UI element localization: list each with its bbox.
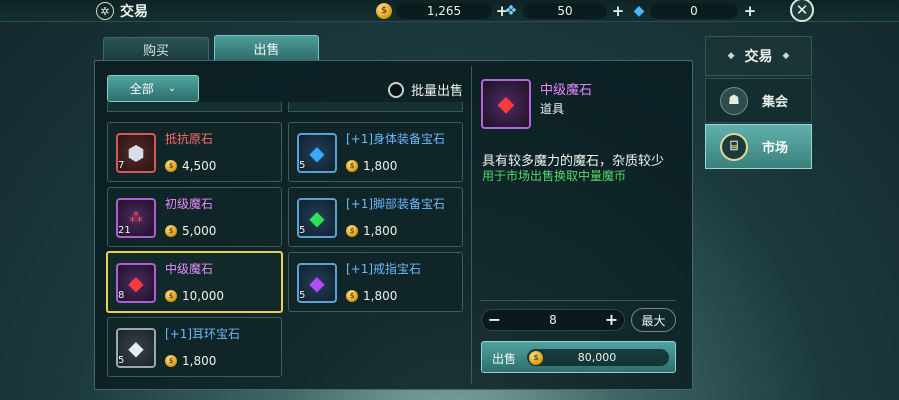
sidebar-item-gathering[interactable]: ☗ 集会	[705, 78, 812, 123]
item-price-value: 4,500	[182, 159, 217, 173]
divider	[480, 300, 676, 301]
list-item[interactable]: ◆ 5 [+1]耳环宝石 $1,800	[107, 317, 282, 377]
item-price-value: 1,800	[363, 159, 398, 173]
item-quantity: 7	[118, 160, 125, 171]
coin-icon: $	[165, 225, 177, 237]
item-name: [+1]身体装备宝石	[346, 132, 446, 146]
diamond-amount: 0	[650, 3, 738, 19]
item-price: $5,000	[165, 224, 216, 238]
item-price-value: 10,000	[182, 289, 224, 303]
tab-buy[interactable]: 购买	[103, 37, 209, 61]
sidebar-title: 交易	[744, 49, 773, 65]
item-price-value: 1,800	[363, 224, 398, 238]
blue-gem-amount: 50	[523, 3, 607, 19]
batch-sell-toggle[interactable]: 批量出售	[388, 80, 463, 99]
sell-label: 出售	[492, 352, 517, 366]
item-name: 初级魔石	[165, 197, 214, 211]
filter-label: 全部	[129, 82, 154, 96]
sidebar-item-market[interactable]: ⌸ 市场	[705, 124, 812, 169]
item-price: $1,800	[346, 289, 397, 303]
max-button[interactable]: 最大	[631, 308, 676, 332]
list-item-partial	[107, 102, 282, 112]
close-icon: ✕	[795, 1, 809, 19]
blue-gem-currency: ❖ 50 +	[502, 2, 626, 20]
detail-item-name: 中级魔石	[540, 83, 593, 98]
list-item[interactable]: ⁂ 21 初级魔石 $5,000	[107, 187, 282, 247]
coin-icon: $	[376, 3, 392, 19]
sell-button[interactable]: 出售 $ 80,000	[481, 341, 676, 373]
item-quantity: 21	[118, 225, 131, 236]
batch-sell-label: 批量出售	[411, 84, 464, 99]
item-name: 中级魔石	[165, 262, 214, 276]
title-text: 交易	[120, 4, 148, 20]
gold-amount: 1,265	[396, 3, 492, 19]
coin-icon: $	[346, 290, 358, 302]
sidebar-item-label: 集会	[762, 95, 789, 110]
item-name: [+1]戒指宝石	[346, 262, 422, 276]
list-item-partial	[288, 102, 463, 112]
diamond-currency: ◆ 0 +	[630, 2, 758, 20]
item-quantity: 8	[118, 290, 125, 301]
batch-sell-radio[interactable]	[388, 81, 404, 98]
sidebar-item-label: 市场	[762, 141, 789, 156]
coin-icon: $	[165, 160, 177, 172]
gold-currency: $ 1,265 +	[376, 2, 510, 20]
item-name: [+1]耳环宝石	[165, 327, 241, 341]
coin-icon: $	[346, 160, 358, 172]
item-quantity: 5	[299, 225, 306, 236]
blue-gems-icon: ❖	[504, 3, 518, 19]
item-quantity: 5	[118, 355, 125, 366]
list-item-selected[interactable]: ◆ 8 中级魔石 $10,000	[106, 251, 283, 313]
item-price: $1,800	[346, 159, 397, 173]
item-price: $10,000	[165, 289, 224, 303]
add-blue-gem-button[interactable]: +	[610, 2, 626, 20]
item-price-value: 1,800	[363, 289, 398, 303]
tab-sell[interactable]: 出售	[214, 35, 319, 61]
item-quantity: 5	[299, 290, 306, 301]
window-title: ✲ 交易	[96, 1, 148, 21]
list-item[interactable]: ◆ 5 [+1]戒指宝石 $1,800	[288, 252, 463, 312]
add-diamond-button[interactable]: +	[742, 2, 758, 20]
detail-item-type: 道具	[540, 102, 565, 116]
quantity-stepper: − 8 +	[481, 309, 625, 331]
detail-usage: 用于市场出售换取中量魔币	[482, 169, 627, 183]
sell-amount: $ 80,000	[527, 349, 669, 366]
ornament-icon: ◆	[727, 51, 735, 61]
item-price: $1,800	[165, 354, 216, 368]
increase-button[interactable]: +	[603, 312, 620, 329]
coin-icon: $	[346, 225, 358, 237]
sell-amount-value: 80,000	[577, 351, 617, 364]
list-item[interactable]: ◆ 5 [+1]脚部装备宝石 $1,800	[288, 187, 463, 247]
coin-icon: $	[165, 355, 177, 367]
list-item[interactable]: ◆ 5 [+1]身体装备宝石 $1,800	[288, 122, 463, 182]
red-crystal-icon: ◆	[481, 79, 531, 129]
coin-icon: $	[529, 350, 543, 365]
diamond-icon: ◆	[633, 3, 645, 19]
bag-icon: ☗	[720, 86, 748, 115]
compass-icon: ✲	[96, 2, 114, 20]
item-price: $1,800	[346, 224, 397, 238]
ornament-icon: ◆	[782, 51, 790, 61]
item-price-value: 5,000	[182, 224, 217, 238]
filter-dropdown[interactable]: 全部 ⌄	[107, 75, 199, 102]
item-price-value: 1,800	[182, 354, 217, 368]
item-price: $4,500	[165, 159, 216, 173]
item-name: [+1]脚部装备宝石	[346, 197, 446, 211]
list-item[interactable]: ⬢ 7 抵抗原石 $4,500	[107, 122, 282, 182]
coin-icon: $	[165, 290, 177, 302]
sidebar-header: ◆ 交易 ◆	[705, 36, 812, 76]
chevron-down-icon: ⌄	[167, 83, 177, 94]
stall-icon: ⌸	[720, 132, 748, 161]
item-quantity: 5	[299, 160, 306, 171]
item-name: 抵抗原石	[165, 132, 214, 146]
